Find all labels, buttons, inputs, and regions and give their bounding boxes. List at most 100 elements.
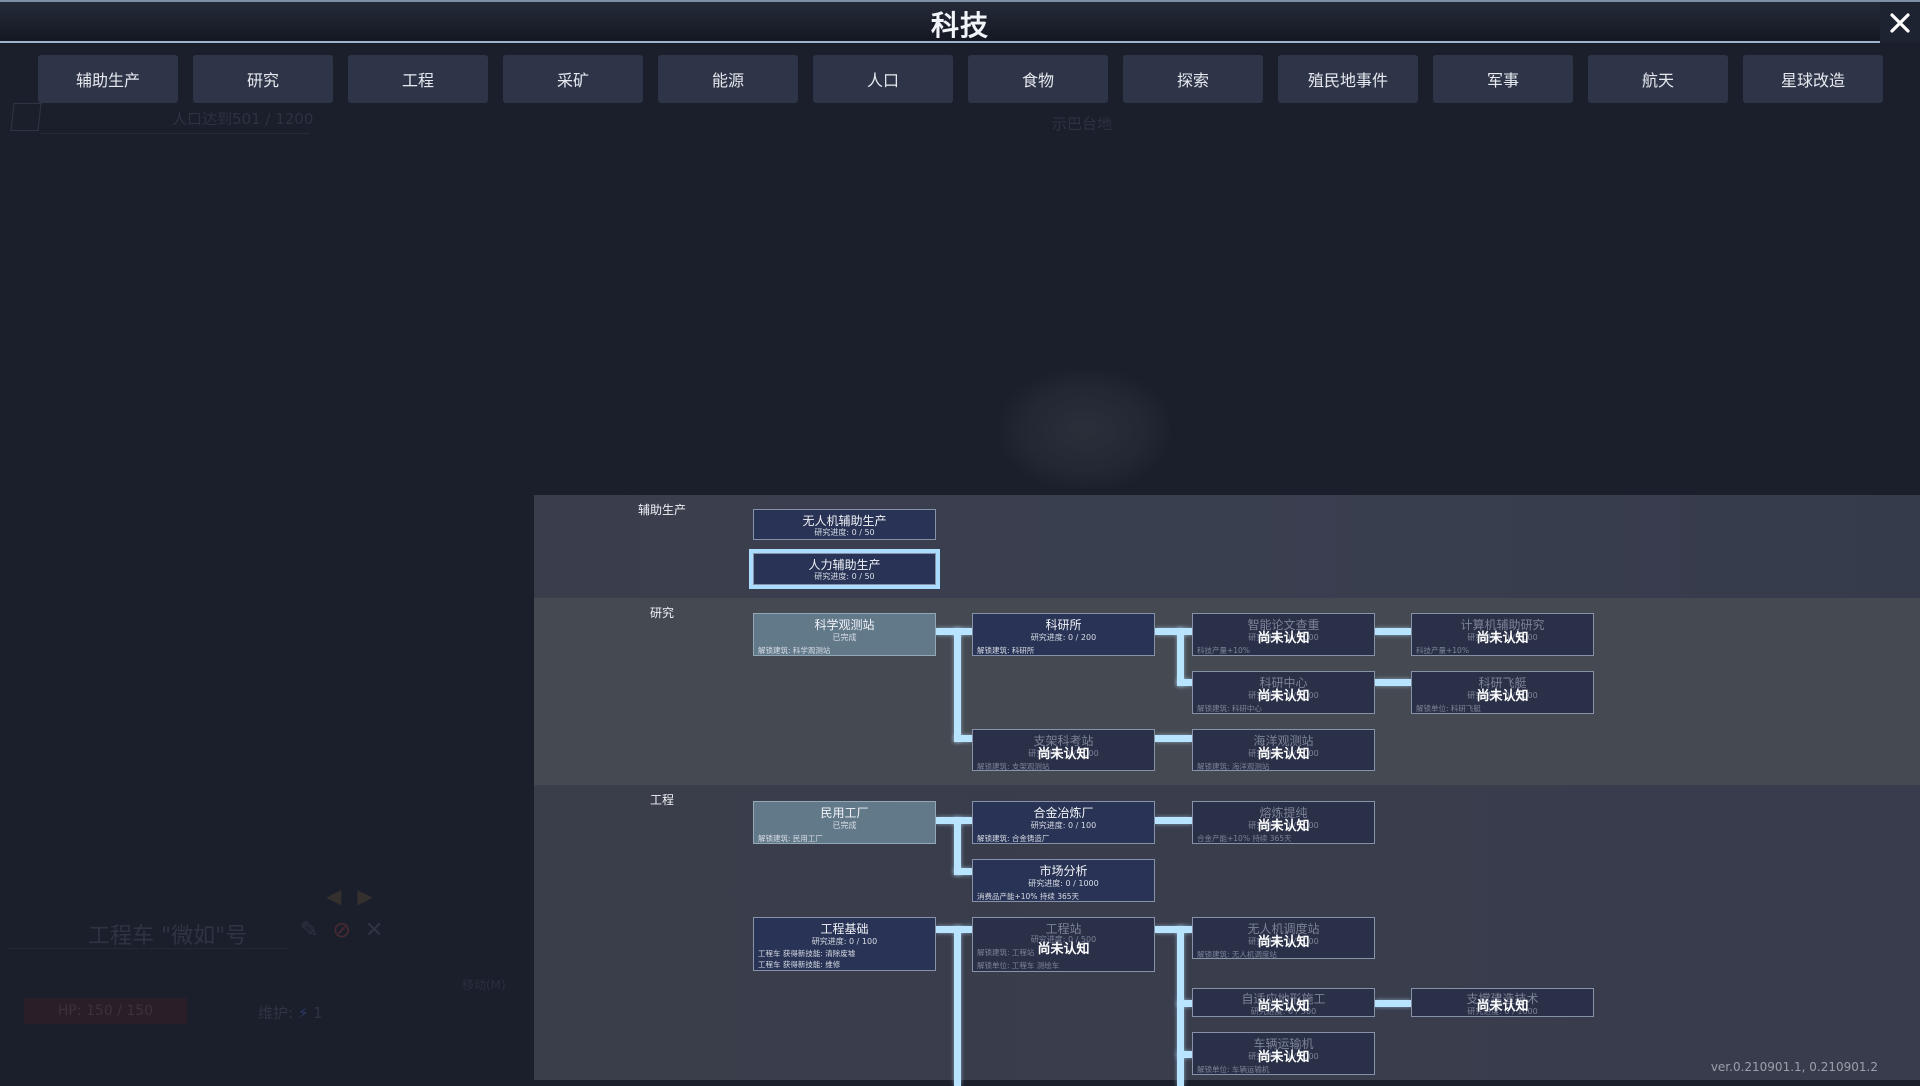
rename-icon: ✎ — [300, 918, 319, 943]
tech-effect: 解锁建筑: 无人机调度站 — [1197, 950, 1277, 959]
tech-effect: 科技产量+10% — [1197, 646, 1250, 655]
tech-title: 合金冶炼厂 — [1033, 806, 1094, 820]
tab-assist-production[interactable]: 辅助生产 — [38, 55, 178, 103]
close-icon — [1890, 12, 1910, 33]
unknown-overlay: 尚未认知 — [1476, 999, 1529, 1014]
tech-node-market-analysis[interactable]: 市场分析 研究进度: 0 / 1000 消费品产能+10% 持续 365天 — [972, 859, 1155, 902]
tech-title: 科学观测站 — [814, 618, 875, 632]
tech-node-research-institute[interactable]: 科研所 研究进度: 0 / 200 解锁建筑: 科研所 — [972, 613, 1155, 656]
tech-progress: 研究进度: 0 / 200 — [1030, 633, 1097, 642]
tech-node-science-station[interactable]: 科学观测站 已完成 解锁建筑: 科学观测站 — [753, 613, 936, 656]
tab-population[interactable]: 人口 — [813, 55, 953, 103]
unknown-overlay: 尚未认知 — [1257, 747, 1310, 762]
tab-food[interactable]: 食物 — [968, 55, 1108, 103]
tech-node-support-building[interactable]: 支撑建造技术 研究进度: 0 / 1000 尚未认知 — [1411, 988, 1594, 1017]
tech-node-paper-check[interactable]: 智能论文查重 研究进度: 0 / 1000 科技产量+10% 尚未认知 — [1192, 613, 1375, 656]
window-titlebar: 科技 — [0, 0, 1920, 43]
tab-military[interactable]: 军事 — [1433, 55, 1573, 103]
tech-title: 科研所 — [1045, 618, 1082, 632]
tech-node-research-airship[interactable]: 科研飞艇 研究进度: 0 / 1000 解锁单位: 科研飞艇 尚未认知 — [1411, 671, 1594, 714]
tech-effect: 科技产量+10% — [1416, 646, 1469, 655]
tab-terraforming[interactable]: 星球改造 — [1743, 55, 1883, 103]
tech-node-drone-assist[interactable]: 无人机辅助生产 研究进度: 0 / 50 — [753, 509, 936, 540]
tech-node-civil-factory[interactable]: 民用工厂 已完成 解锁建筑: 民用工厂 — [753, 801, 936, 844]
tree-connector — [1375, 1000, 1411, 1007]
unknown-overlay: 尚未认知 — [1257, 819, 1310, 834]
row-label: 辅助生产 — [637, 503, 686, 517]
tech-effect: 解锁建筑: 科研中心 — [1197, 704, 1262, 713]
tab-mining[interactable]: 采矿 — [503, 55, 643, 103]
tab-engineering[interactable]: 工程 — [348, 55, 488, 103]
tech-node-engineering-station[interactable]: 工程站 研究进度: 0 / 500 解锁建筑: 工程站 解锁单位: 工程车 测绘… — [972, 917, 1155, 972]
row-label: 研究 — [649, 606, 674, 620]
unknown-overlay: 尚未认知 — [1257, 631, 1310, 646]
tree-connector — [954, 817, 961, 875]
unit-cycle-arrows: ◀ ▶ — [326, 884, 373, 908]
tech-node-adaptive-terrain[interactable]: 自适应地形施工 研究进度: 0 / 500 尚未认知 — [1192, 988, 1375, 1017]
tech-effect: 工程车 获得新技能: 维修 — [758, 960, 841, 969]
unknown-overlay: 尚未认知 — [1257, 999, 1310, 1014]
tech-node-research-center[interactable]: 科研中心 研究进度: 0 / 1000 解锁建筑: 科研中心 尚未认知 — [1192, 671, 1375, 714]
close-button[interactable] — [1880, 2, 1920, 43]
tab-colony-events[interactable]: 殖民地事件 — [1278, 55, 1418, 103]
tech-node-engineering-basics[interactable]: 工程基础 研究进度: 0 / 100 工程车 获得新技能: 清除废墟 工程车 获… — [753, 917, 936, 971]
tab-aerospace[interactable]: 航天 — [1588, 55, 1728, 103]
tree-connector — [1177, 628, 1184, 686]
category-tabs: 辅助生产 研究 工程 采矿 能源 人口 食物 探索 殖民地事件 军事 航天 星球… — [38, 55, 1883, 103]
tech-effect: 解锁建筑: 科研所 — [977, 646, 1035, 655]
window-title: 科技 — [930, 9, 989, 42]
tab-exploration[interactable]: 探索 — [1123, 55, 1263, 103]
next-unit-icon: ▶ — [357, 884, 373, 908]
row-label: 工程 — [649, 793, 674, 807]
tech-node-alloy-smelter[interactable]: 合金冶炼厂 研究进度: 0 / 100 解锁建筑: 合金铸造厂 — [972, 801, 1155, 844]
tech-status: 已完成 — [832, 821, 857, 830]
tech-title: 市场分析 — [1039, 864, 1088, 878]
tech-effect: 消费品产能+10% 持续 365天 — [977, 892, 1080, 901]
unit-actions: ✎ ⊘ ✕ — [300, 918, 383, 943]
tech-effect: 解锁建筑: 海洋观测站 — [1197, 762, 1270, 771]
unit-divider — [8, 948, 288, 949]
tech-node-manual-assist[interactable]: 人力辅助生产 研究进度: 0 / 50 — [749, 549, 940, 589]
unknown-overlay: 尚未认知 — [1257, 935, 1310, 950]
objective-checkbox — [10, 103, 42, 131]
tree-connector — [1375, 679, 1411, 686]
objective-divider — [40, 133, 310, 134]
tech-status: 已完成 — [832, 633, 857, 642]
tech-node-vehicle-transport[interactable]: 车辆运输机 研究进度: 0 / 1000 解锁单位: 车辆运输机 尚未认知 — [1192, 1032, 1375, 1075]
tech-effect: 工程车 获得新技能: 清除废墟 — [758, 949, 856, 958]
deselect-icon: ✕ — [364, 918, 384, 943]
tree-connector — [1375, 628, 1411, 635]
tech-effect: 解锁建筑: 合金铸造厂 — [977, 834, 1050, 843]
tree-connector — [1177, 1051, 1192, 1058]
tree-connector — [954, 926, 961, 1086]
row-assist-production: 辅助生产 — [534, 495, 1920, 598]
tab-research[interactable]: 研究 — [193, 55, 333, 103]
unit-name: 工程车 "微如"号 — [88, 924, 248, 949]
tech-tree-panel[interactable]: 辅助生产 研究 工程 无人机辅助生产 研究进度: 0 / 50 人力辅助生产 研… — [534, 495, 1920, 1086]
maintenance-readout: 维护: ⚡ 1 — [258, 1002, 323, 1023]
tree-connector — [954, 868, 972, 875]
location-name: 示巴台地 — [1052, 115, 1113, 133]
tech-node-computer-research[interactable]: 计算机辅助研究 研究进度: 0 / 1000 科技产量+10% 尚未认知 — [1411, 613, 1594, 656]
maintenance-value: 1 — [313, 1004, 323, 1022]
tech-effect: 解锁建筑: 科学观测站 — [758, 646, 831, 655]
tech-progress: 研究进度: 0 / 50 — [814, 572, 875, 581]
tech-effect: 解锁单位: 车辆运输机 — [1197, 1065, 1270, 1074]
tech-node-refining[interactable]: 熔炼提纯 研究进度: 0 / 1000 合金产能+10% 持续 365天 尚未认… — [1192, 801, 1375, 844]
tree-connector — [1155, 817, 1192, 824]
tech-effect: 合金产能+10% 持续 365天 — [1197, 834, 1292, 843]
map-terrain — [1000, 370, 1170, 490]
tree-connector — [1155, 735, 1192, 742]
tech-node-ocean-station[interactable]: 海洋观测站 研究进度: 0 / 1000 解锁建筑: 海洋观测站 尚未认知 — [1192, 729, 1375, 771]
tech-title: 工程基础 — [820, 922, 869, 936]
tab-energy[interactable]: 能源 — [658, 55, 798, 103]
unknown-overlay: 尚未认知 — [1037, 942, 1090, 957]
unknown-overlay: 尚未认知 — [1257, 689, 1310, 704]
tree-connector — [1155, 628, 1192, 635]
tech-node-stilt-station[interactable]: 支架科考站 研究进度: 0 / 1000 解锁建筑: 支架观测站 尚未认知 — [972, 729, 1155, 771]
tree-connector — [1155, 926, 1192, 933]
tree-connector — [954, 628, 961, 742]
tech-node-drone-dispatch[interactable]: 无人机调度站 研究进度: 0 / 1000 解锁建筑: 无人机调度站 尚未认知 — [1192, 917, 1375, 959]
tech-effect: 解锁单位: 工程车 测绘车 — [977, 961, 1060, 970]
tree-connector — [1177, 679, 1192, 686]
